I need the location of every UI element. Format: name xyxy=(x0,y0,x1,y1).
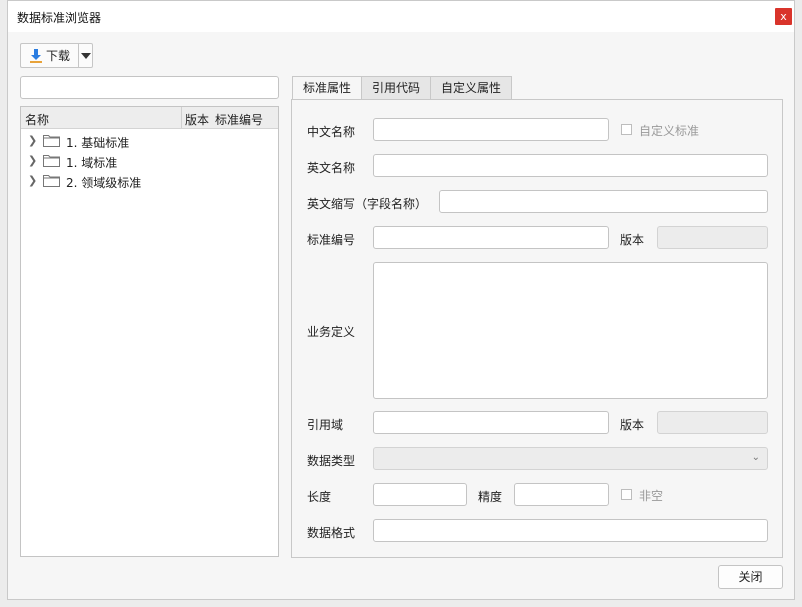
not-null-checkbox[interactable] xyxy=(621,489,632,500)
column-header-name[interactable]: 名称 xyxy=(25,111,49,128)
version-input xyxy=(657,226,768,249)
chevron-right-icon[interactable]: ❯ xyxy=(28,154,37,167)
caret-down-icon xyxy=(81,53,91,59)
column-header-standard-no[interactable]: 标准编号 xyxy=(215,111,263,128)
data-format-label: 数据格式 xyxy=(307,526,356,540)
tab-reference-code[interactable]: 引用代码 xyxy=(361,76,431,100)
english-code-input[interactable] xyxy=(439,190,768,213)
folder-icon xyxy=(43,135,60,147)
window-close-button[interactable]: x xyxy=(775,8,792,25)
chevron-down-icon: ⌄ xyxy=(751,452,760,463)
window-title: 数据标准浏览器 xyxy=(17,11,102,25)
download-icon xyxy=(29,48,42,63)
search-input[interactable] xyxy=(20,76,279,99)
standards-tree[interactable]: 名称 版本 标准编号 ❯ 1. 基础标准 ❯ 1. 域标准 ❯ 2. 领域级标准 xyxy=(20,106,279,557)
chinese-name-input[interactable] xyxy=(373,118,609,141)
folder-icon xyxy=(43,175,60,187)
precision-input[interactable] xyxy=(514,483,609,506)
domain-version-label: 版本 xyxy=(620,418,645,432)
download-label: 下载 xyxy=(45,49,70,63)
download-dropdown-button[interactable] xyxy=(78,43,93,68)
data-type-label: 数据类型 xyxy=(307,454,356,468)
precision-label: 精度 xyxy=(478,490,503,504)
english-code-label: 英文缩写（字段名称） xyxy=(307,197,428,211)
tree-item[interactable]: ❯ 1. 基础标准 xyxy=(21,131,278,151)
tree-item-label: 1. 基础标准 xyxy=(66,136,130,150)
length-label: 长度 xyxy=(307,490,332,504)
custom-standard-label: 自定义标准 xyxy=(639,124,700,138)
standard-no-label: 标准编号 xyxy=(307,233,356,247)
column-header-version[interactable]: 版本 xyxy=(185,111,209,128)
version-label: 版本 xyxy=(620,233,645,247)
business-definition-textarea[interactable] xyxy=(373,262,768,399)
download-button[interactable]: 下载 xyxy=(20,43,78,68)
tree-item-label: 1. 域标准 xyxy=(66,156,118,170)
title-bar: 数据标准浏览器 x xyxy=(8,1,794,32)
tree-item[interactable]: ❯ 1. 域标准 xyxy=(21,151,278,171)
tab-custom-attributes[interactable]: 自定义属性 xyxy=(430,76,512,100)
folder-icon xyxy=(43,155,60,167)
reference-domain-label: 引用域 xyxy=(307,418,344,432)
not-null-label: 非空 xyxy=(639,489,664,503)
data-type-select[interactable]: ⌄ xyxy=(373,447,768,470)
english-name-label: 英文名称 xyxy=(307,161,356,175)
tab-standard-attributes[interactable]: 标准属性 xyxy=(292,76,362,101)
domain-version-input xyxy=(657,411,768,434)
custom-standard-checkbox[interactable] xyxy=(621,124,632,135)
column-divider[interactable] xyxy=(181,107,182,128)
chevron-right-icon[interactable]: ❯ xyxy=(28,134,37,147)
tree-item-label: 2. 领域级标准 xyxy=(66,176,142,190)
standard-no-input[interactable] xyxy=(373,226,609,249)
close-button[interactable]: 关闭 xyxy=(718,565,783,589)
tree-header: 名称 版本 标准编号 xyxy=(21,107,278,129)
length-input[interactable] xyxy=(373,483,467,506)
business-definition-label: 业务定义 xyxy=(307,325,356,339)
english-name-input[interactable] xyxy=(373,154,768,177)
app-window: 数据标准浏览器 x 下载 名称 版本 标准编号 ❯ 1. 基础标准 ❯ 1. 域… xyxy=(7,0,795,600)
chinese-name-label: 中文名称 xyxy=(307,125,356,139)
tree-item[interactable]: ❯ 2. 领域级标准 xyxy=(21,171,278,191)
reference-domain-input[interactable] xyxy=(373,411,609,434)
data-format-input[interactable] xyxy=(373,519,768,542)
chevron-right-icon[interactable]: ❯ xyxy=(28,174,37,187)
